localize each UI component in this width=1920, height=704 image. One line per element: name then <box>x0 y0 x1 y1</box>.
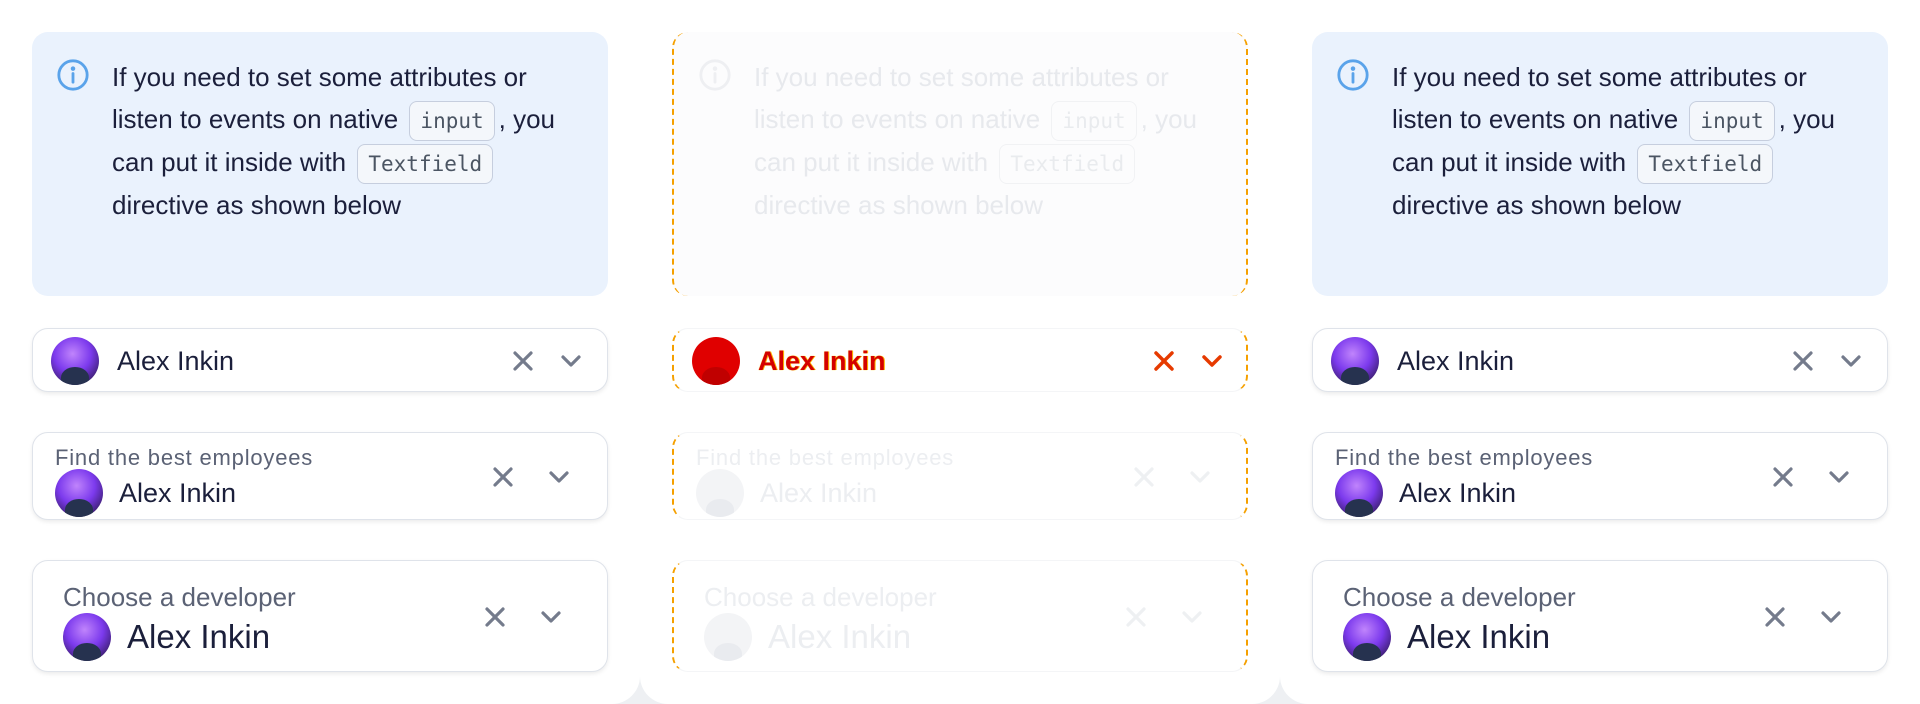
close-icon[interactable] <box>479 601 511 633</box>
code-input: input <box>409 101 495 142</box>
panel-middle-diff: If you need to set some attributes or li… <box>640 0 1280 704</box>
combo-box-compact[interactable]: Alex Inkin <box>1312 328 1888 392</box>
info-notice: If you need to set some attributes or li… <box>1312 32 1888 296</box>
selected-value: Alex Inkin <box>1397 346 1515 376</box>
chevron-down-icon[interactable] <box>1835 345 1867 377</box>
chevron-down-icon[interactable] <box>1196 345 1228 377</box>
combo-box-labeled[interactable]: Find the best employees Alex Inkin <box>32 432 608 520</box>
code-textfield: Textfield <box>999 144 1136 185</box>
selected-value: Alex Inkin <box>758 346 886 376</box>
code-textfield: Textfield <box>1637 144 1774 185</box>
selected-value: Alex Inkin <box>768 618 912 655</box>
combo-box-compact[interactable]: Alex Inkin <box>672 328 1248 392</box>
notice-text-after: directive as shown below <box>754 190 1044 221</box>
selected-value: Alex Inkin <box>117 346 235 376</box>
code-textfield: Textfield <box>357 144 494 185</box>
combo-box-large[interactable]: Choose a developer Alex Inkin <box>1312 560 1888 672</box>
avatar <box>692 337 740 385</box>
close-icon[interactable] <box>1148 345 1180 377</box>
avatar <box>51 337 99 385</box>
close-icon[interactable] <box>487 461 519 493</box>
field-label: Find the best employees <box>696 445 955 470</box>
chevron-down-icon[interactable] <box>555 345 587 377</box>
avatar <box>704 613 752 661</box>
close-icon[interactable] <box>507 345 539 377</box>
chevron-down-icon[interactable] <box>1823 461 1855 493</box>
info-circle-icon <box>57 59 89 91</box>
avatar <box>696 469 744 517</box>
close-icon[interactable] <box>1787 345 1819 377</box>
selected-value: Alex Inkin <box>760 478 878 508</box>
combo-box-labeled[interactable]: Find the best employees Alex Inkin <box>1312 432 1888 520</box>
avatar <box>55 469 103 517</box>
chevron-down-icon[interactable] <box>535 601 567 633</box>
info-notice: If you need to set some attributes or li… <box>672 32 1248 296</box>
avatar <box>1335 469 1383 517</box>
selected-value: Alex Inkin <box>1399 478 1517 508</box>
chevron-down-icon[interactable] <box>543 461 575 493</box>
field-label: Find the best employees <box>1335 445 1594 470</box>
notice-text-after: directive as shown below <box>112 190 402 221</box>
code-input: input <box>1689 101 1775 142</box>
info-circle-icon <box>1337 59 1369 91</box>
field-label: Choose a developer <box>1343 582 1576 612</box>
panels-container: If you need to set some attributes or li… <box>0 0 1920 704</box>
code-input: input <box>1051 101 1137 142</box>
chevron-down-icon[interactable] <box>1176 601 1208 633</box>
chevron-down-icon[interactable] <box>1184 461 1216 493</box>
panel-right: If you need to set some attributes or li… <box>1280 0 1920 704</box>
notice-text-after: directive as shown below <box>1392 190 1682 221</box>
field-label: Find the best employees <box>55 445 314 470</box>
info-notice: If you need to set some attributes or li… <box>32 32 608 296</box>
selected-value: Alex Inkin <box>119 478 237 508</box>
info-circle-icon <box>699 59 731 91</box>
avatar <box>63 613 111 661</box>
avatar <box>1343 613 1391 661</box>
close-icon[interactable] <box>1759 601 1791 633</box>
combo-box-large[interactable]: Choose a developer Alex Inkin <box>32 560 608 672</box>
combo-box-large[interactable]: Choose a developer Alex Inkin <box>672 560 1248 672</box>
chevron-down-icon[interactable] <box>1815 601 1847 633</box>
selected-value: Alex Inkin <box>1407 618 1551 655</box>
combo-box-labeled[interactable]: Find the best employees Alex Inkin <box>672 432 1248 520</box>
close-icon[interactable] <box>1767 461 1799 493</box>
field-label: Choose a developer <box>63 582 296 612</box>
selected-value: Alex Inkin <box>127 618 271 655</box>
close-icon[interactable] <box>1128 461 1160 493</box>
combo-box-compact[interactable]: Alex Inkin <box>32 328 608 392</box>
field-label: Choose a developer <box>704 582 937 612</box>
panel-left: If you need to set some attributes or li… <box>0 0 640 704</box>
close-icon[interactable] <box>1120 601 1152 633</box>
avatar <box>1331 337 1379 385</box>
